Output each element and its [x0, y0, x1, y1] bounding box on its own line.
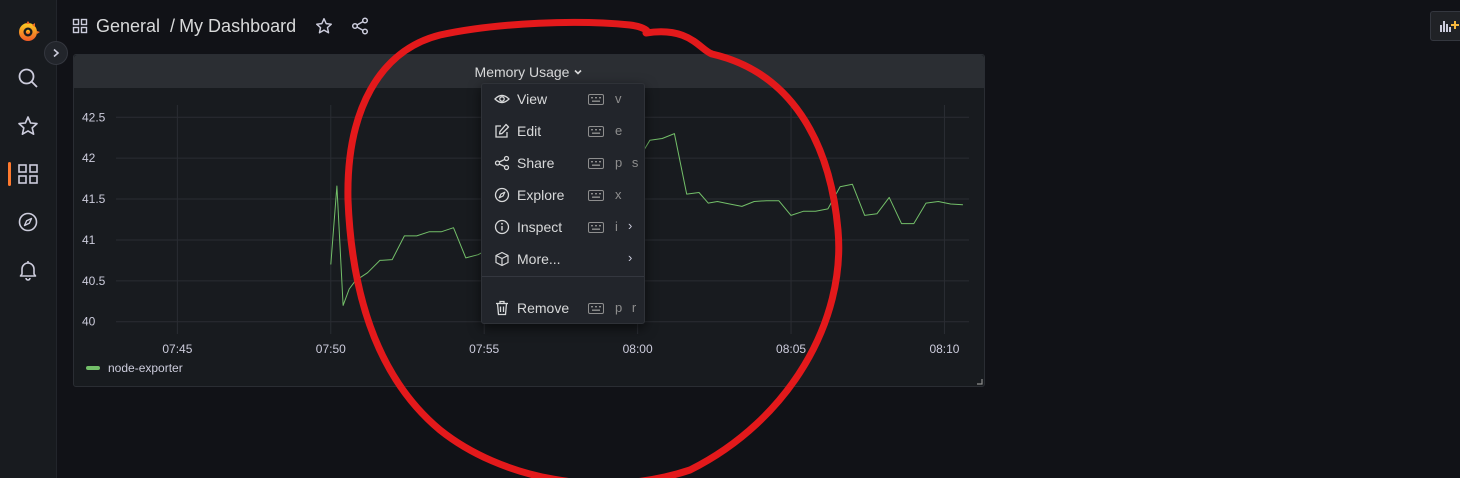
search-icon[interactable] [13, 63, 43, 93]
menu-item-edit[interactable]: Edit e [482, 117, 644, 145]
menu-item-label: View [517, 91, 548, 107]
share-dashboard-icon[interactable] [350, 16, 370, 36]
y-tick-label: 40 [82, 315, 96, 329]
x-tick-label: 07:55 [469, 342, 499, 356]
x-tick-label: 07:50 [316, 342, 346, 356]
alerting-bell-icon[interactable] [13, 255, 43, 285]
menu-item-share[interactable]: Share p s [482, 149, 644, 177]
info-icon [494, 219, 510, 235]
menu-divider [482, 276, 644, 277]
menu-item-label: More... [517, 251, 561, 267]
grafana-app: General / My Dashboard Memory Usage 40 40… [0, 0, 1460, 478]
menu-shortcut: e [615, 123, 626, 138]
x-tick-label: 07:45 [162, 342, 192, 356]
dashboard-title[interactable]: My Dashboard [179, 16, 296, 37]
eye-icon [494, 94, 510, 104]
y-tick-label: 42 [82, 151, 96, 165]
keyboard-icon [588, 158, 604, 169]
compass-icon [494, 187, 510, 203]
trash-icon [496, 300, 508, 316]
edit-icon [495, 123, 510, 138]
keyboard-icon [588, 94, 604, 105]
add-panel-button[interactable] [1430, 11, 1460, 41]
favorite-star-icon[interactable] [314, 16, 334, 36]
x-tick-label: 08:10 [929, 342, 959, 356]
menu-item-label: Edit [517, 123, 542, 139]
grafana-logo-icon[interactable] [13, 16, 43, 46]
star-icon[interactable] [13, 111, 43, 141]
menu-item-remove[interactable]: Remove p r [482, 294, 644, 322]
menu-shortcut: p s [615, 155, 642, 170]
legend[interactable]: node-exporter [86, 361, 183, 375]
y-tick-label: 41.5 [82, 192, 106, 206]
y-tick-label: 42.5 [82, 110, 106, 124]
chevron-right-icon: › [628, 218, 633, 233]
menu-shortcut: x [615, 187, 625, 202]
menu-shortcut: i [615, 219, 621, 234]
menu-item-view[interactable]: View v [482, 85, 644, 113]
breadcrumb-folder[interactable]: General [96, 16, 160, 37]
keyboard-icon [588, 303, 604, 314]
share-icon [494, 155, 510, 171]
menu-item-inspect[interactable]: Inspect i › [482, 213, 644, 241]
keyboard-icon [588, 126, 604, 137]
panel-context-menu: View v Edit e Share p s Explore x Inspec… [481, 83, 645, 324]
x-tick-label: 08:00 [623, 342, 653, 356]
legend-swatch [86, 366, 100, 370]
cube-icon [495, 251, 509, 267]
menu-shortcut: p r [615, 300, 640, 315]
breadcrumb: General / My Dashboard [72, 13, 370, 39]
dashboards-icon[interactable] [13, 159, 43, 189]
y-tick-label: 41 [82, 233, 96, 247]
menu-item-label: Remove [517, 300, 570, 316]
add-panel-chart-icon [1440, 21, 1459, 32]
sidebar [0, 0, 57, 478]
menu-item-more[interactable]: More... › [482, 245, 644, 273]
explore-compass-icon[interactable] [13, 207, 43, 237]
active-nav-indicator [8, 162, 11, 186]
breadcrumb-separator: / [170, 15, 176, 36]
legend-label[interactable]: node-exporter [108, 361, 183, 375]
chevron-right-icon [53, 48, 60, 58]
menu-item-label: Inspect [517, 219, 563, 235]
resize-handle-icon[interactable] [976, 378, 983, 385]
x-tick-label: 08:05 [776, 342, 806, 356]
keyboard-icon [588, 222, 604, 233]
y-tick-label: 40.5 [82, 274, 106, 288]
keyboard-icon [588, 190, 604, 201]
expand-sidebar-button[interactable] [44, 41, 68, 65]
menu-item-label: Explore [517, 187, 565, 203]
series-line-node-exporter[interactable] [330, 112, 963, 306]
menu-shortcut: v [615, 91, 625, 106]
dashboard-grid-icon [72, 18, 88, 34]
menu-item-explore[interactable]: Explore x [482, 181, 644, 209]
menu-item-label: Share [517, 155, 555, 171]
chevron-right-icon: › [628, 250, 633, 265]
